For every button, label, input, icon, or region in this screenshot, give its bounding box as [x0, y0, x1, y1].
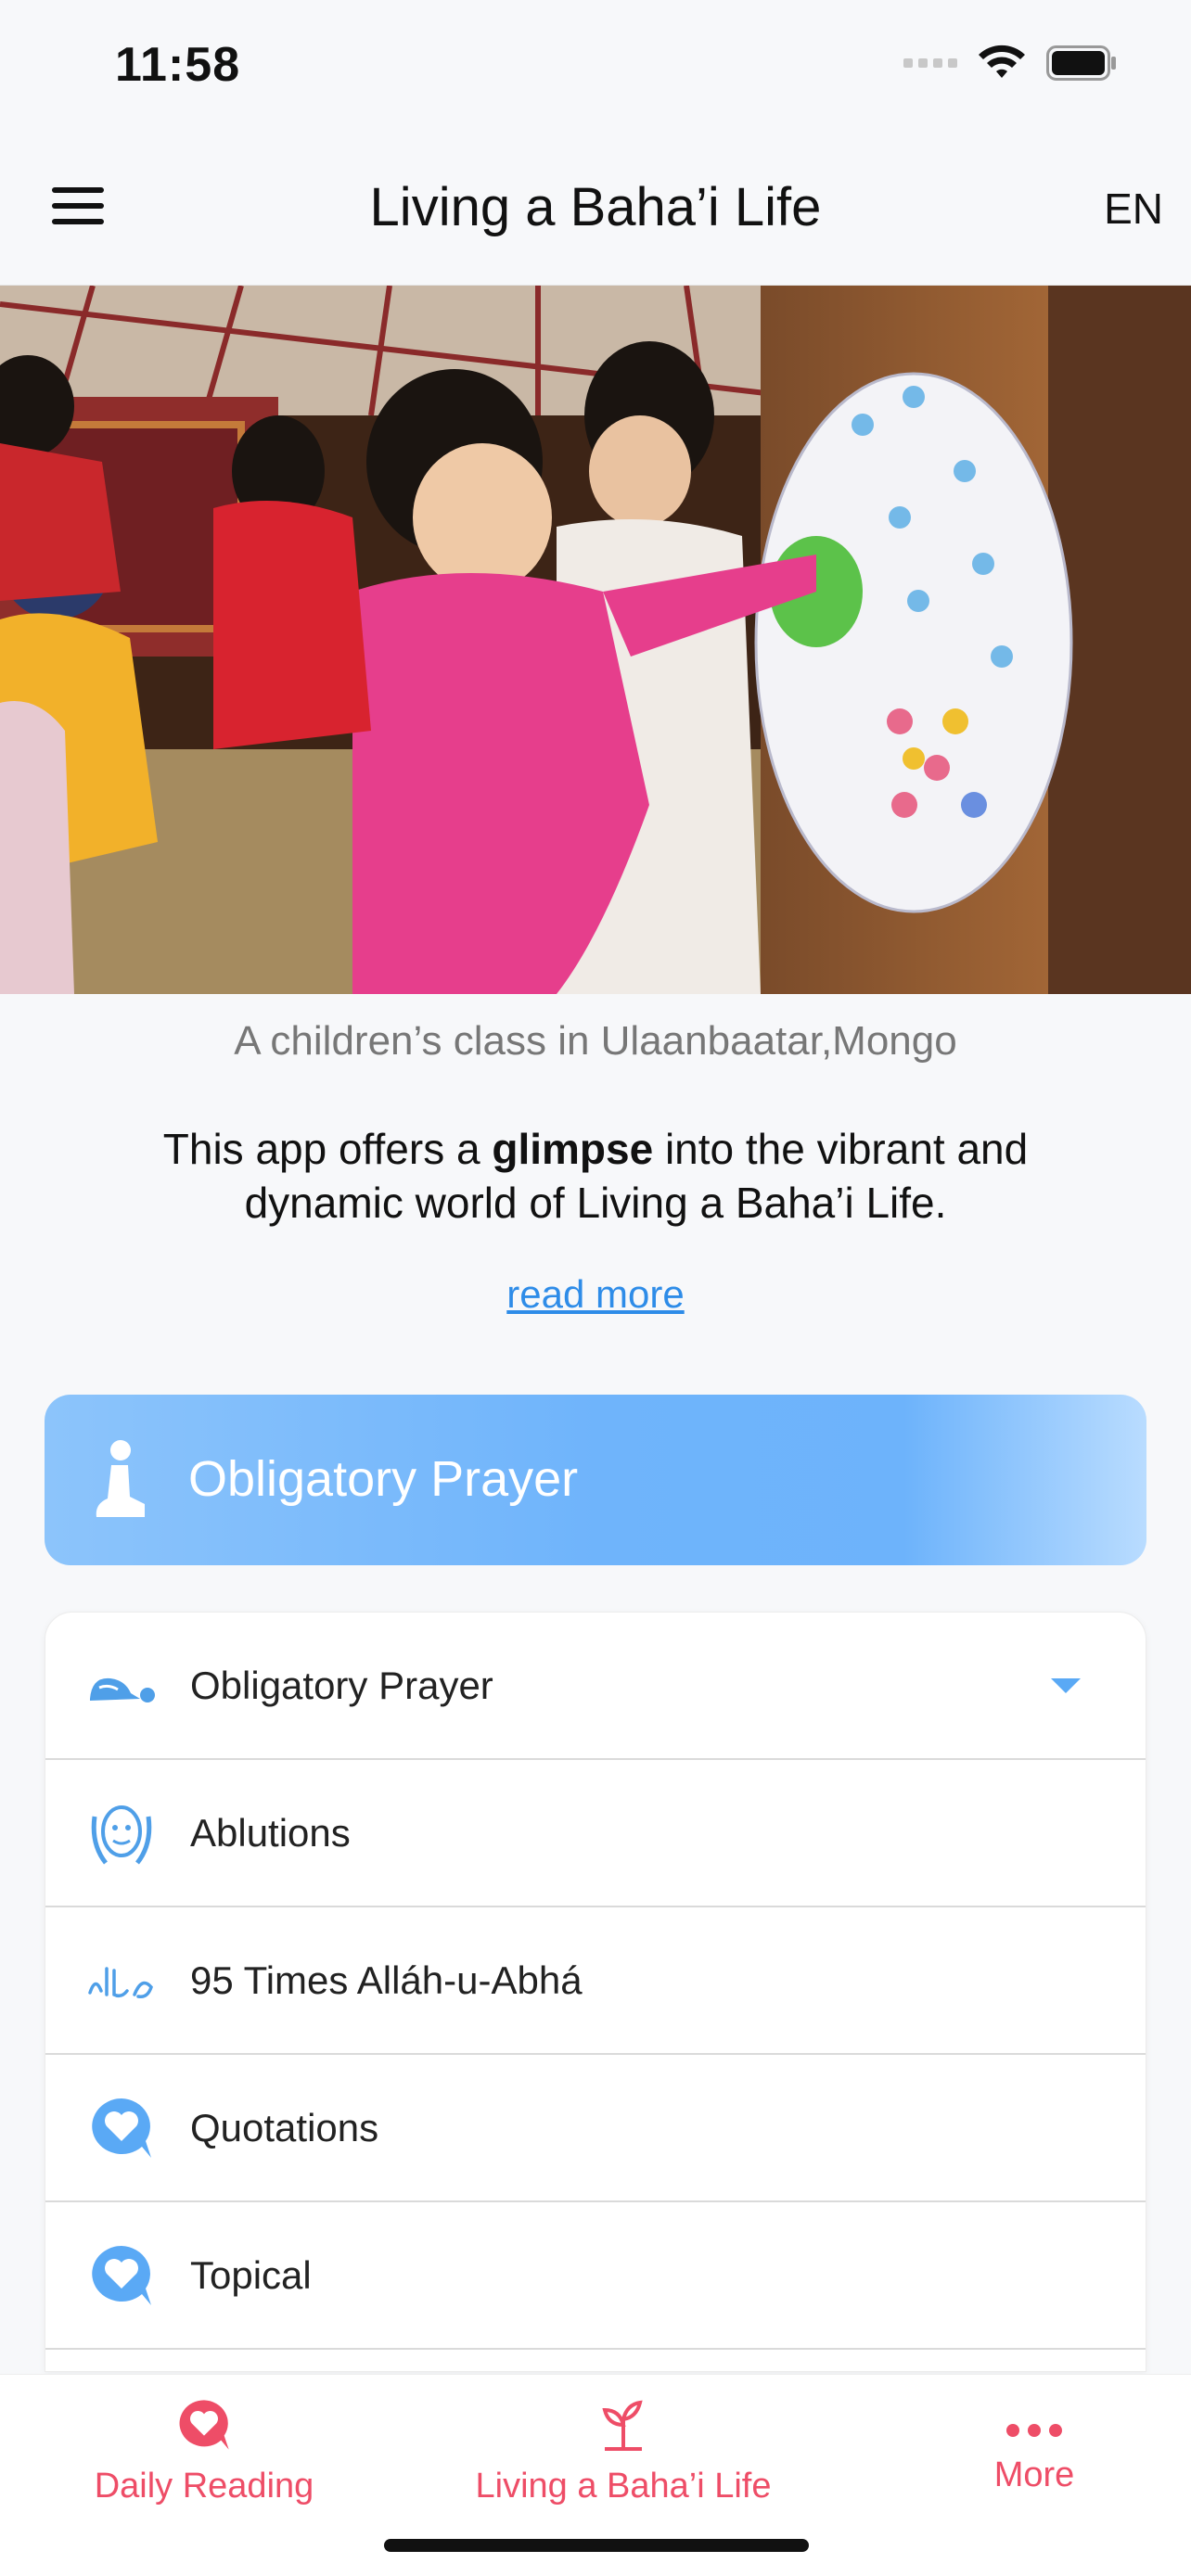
- read-more-link[interactable]: read more: [0, 1272, 1191, 1317]
- list-item-label: 95 Times Alláh-u-Abhá: [190, 1958, 583, 2002]
- intro-text-bold: glimpse: [492, 1125, 654, 1173]
- chevron-down-icon[interactable]: [1051, 1677, 1081, 1693]
- hero-caption: A children’s class in Ulaanbaatar,Mongo: [234, 1018, 957, 1064]
- nav-daily-reading[interactable]: Daily Reading: [93, 2397, 315, 2506]
- nav-label: Living a Baha’i Life: [475, 2467, 772, 2506]
- nav-label: Daily Reading: [94, 2467, 314, 2506]
- home-indicator: [384, 2539, 809, 2552]
- kneeling-person-icon: [96, 1440, 145, 1517]
- topic-list: Obligatory Prayer Ablutions 95 Times All…: [45, 1612, 1146, 2372]
- page-title: Living a Baha’i Life: [369, 177, 822, 237]
- section-banner[interactable]: Obligatory Prayer: [45, 1395, 1146, 1565]
- battery-icon: [1046, 45, 1116, 81]
- intro-text-start: This app offers a: [162, 1125, 493, 1173]
- calligraphy-icon: [86, 1945, 157, 2016]
- list-item-quotations[interactable]: Quotations: [45, 2055, 1146, 2202]
- list-item-label: Obligatory Prayer: [190, 1663, 493, 1707]
- list-item-ablutions[interactable]: Ablutions: [45, 1760, 1146, 1907]
- status-bar: 11:58: [0, 0, 1191, 139]
- status-icons: [903, 45, 1117, 82]
- list-item-label: Ablutions: [190, 1810, 351, 1855]
- hands-washing-face-icon: [86, 1798, 157, 1868]
- prostration-icon: [86, 1651, 157, 1721]
- app-header: Living a Baha’i Life EN: [0, 139, 1191, 286]
- wifi-icon: [979, 45, 1025, 78]
- nav-label: More: [993, 2455, 1075, 2494]
- list-item-obligatory-prayer[interactable]: Obligatory Prayer: [45, 1613, 1146, 1760]
- sprout-icon: [602, 2400, 643, 2451]
- language-button[interactable]: EN: [1104, 184, 1163, 234]
- heart-bubble-icon: [179, 2400, 229, 2450]
- status-time: 11:58: [115, 38, 241, 92]
- hero-image: [0, 286, 1191, 994]
- intro-text: This app offers a glimpse into the vibra…: [83, 1122, 1108, 1230]
- banner-title: Obligatory Prayer: [188, 1451, 579, 1507]
- nav-more[interactable]: More: [974, 2419, 1095, 2495]
- heart-bubble-icon: [86, 2240, 157, 2311]
- signal-icon: [903, 58, 957, 68]
- list-item-95-times[interactable]: 95 Times Alláh-u-Abhá: [45, 1907, 1146, 2055]
- heart-bubble-icon: [86, 2093, 157, 2163]
- list-item-label: Quotations: [190, 2105, 379, 2149]
- list-item-label: Topical: [190, 2252, 312, 2297]
- list-item-topical[interactable]: Topical: [45, 2202, 1146, 2350]
- more-dots-icon: [1006, 2424, 1062, 2437]
- nav-living-bahai-life[interactable]: Living a Baha’i Life: [464, 2397, 783, 2506]
